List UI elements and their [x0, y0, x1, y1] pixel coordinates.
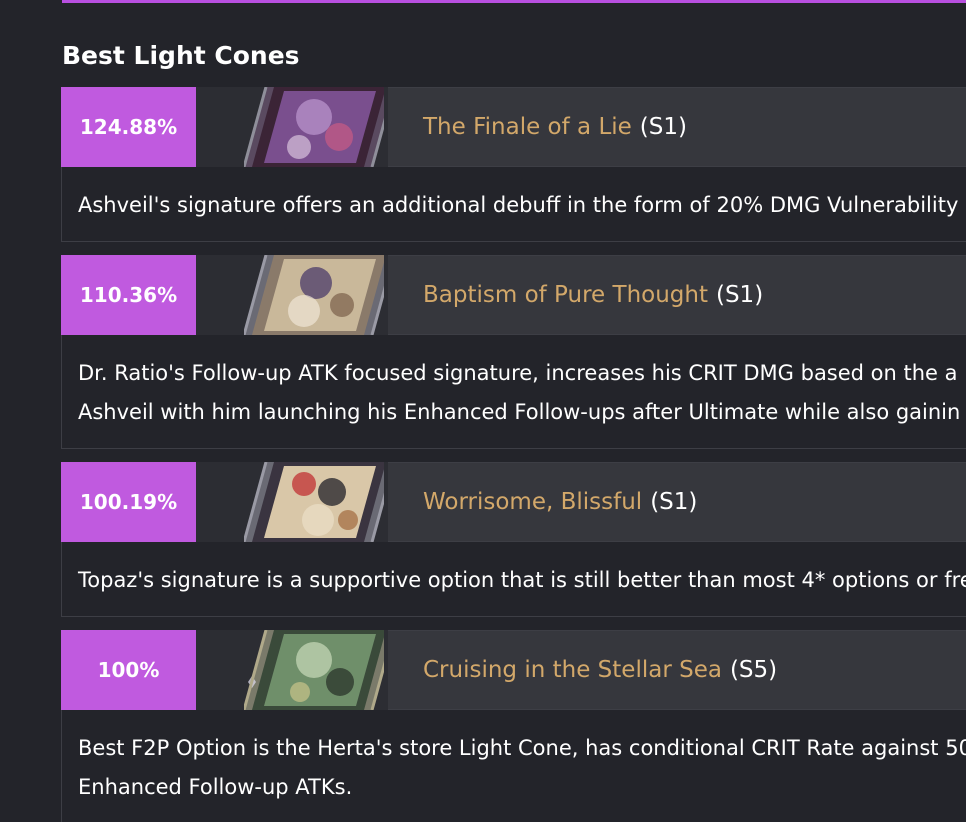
rank-badge: 100%	[61, 629, 196, 710]
light-cone-title[interactable]: Cruising in the Stellar Sea	[423, 657, 722, 683]
light-cone-art-baptism-of-pure-thought-icon	[244, 255, 384, 335]
light-cone-art-frame	[196, 255, 388, 335]
light-cone-card: 100% Cruising in the Stellar Sea (S5) Be…	[61, 629, 966, 822]
top-accent-bar	[62, 0, 966, 3]
light-cone-card: 124.88% The Finale of a Lie (S1) Ashveil…	[61, 86, 966, 242]
rank-badge: 124.88%	[61, 86, 196, 167]
light-cone-art-frame	[196, 87, 388, 167]
light-cone-art-frame	[196, 462, 388, 542]
description-line: Enhanced Follow-up ATKs.	[78, 775, 353, 799]
description-line: Ashveil's signature offers an additional…	[78, 193, 959, 217]
light-cone-art-cruising-in-the-stellar-sea-icon	[244, 630, 384, 710]
light-cone-card: 100.19% Worrisome, Blissful (S1) Topaz's…	[61, 461, 966, 617]
light-cone-list: 124.88% The Finale of a Lie (S1) Ashveil…	[61, 86, 966, 822]
section-title: Best Light Cones	[62, 41, 300, 70]
rank-badge: 100.19%	[61, 461, 196, 542]
light-cone-card: 110.36% Baptism of Pure Thought (S1) Dr.…	[61, 254, 966, 449]
rank-badge: 110.36%	[61, 254, 196, 335]
superimposition-tier: (S5)	[729, 657, 778, 683]
light-cone-title[interactable]: Baptism of Pure Thought	[423, 282, 708, 308]
light-cone-description: Ashveil's signature offers an additional…	[61, 167, 966, 242]
light-cone-art-worrisome-blissful-icon	[244, 462, 384, 542]
light-cone-description: Topaz's signature is a supportive option…	[61, 542, 966, 617]
light-cone-header[interactable]: 100.19% Worrisome, Blissful (S1)	[61, 461, 966, 542]
light-cone-name: Baptism of Pure Thought (S1)	[423, 255, 763, 335]
light-cone-name: Cruising in the Stellar Sea (S5)	[423, 630, 777, 710]
light-cone-art-frame	[196, 630, 388, 710]
light-cone-header[interactable]: 110.36% Baptism of Pure Thought (S1)	[61, 254, 966, 335]
light-cone-art-finale-of-a-lie-icon	[244, 87, 384, 167]
light-cone-title[interactable]: The Finale of a Lie	[423, 114, 632, 140]
light-cone-description: Best F2P Option is the Herta's store Lig…	[61, 710, 966, 822]
light-cone-name: Worrisome, Blissful (S1)	[423, 462, 697, 542]
description-line: Ashveil with him launching his Enhanced …	[78, 400, 961, 424]
superimposition-tier: (S1)	[715, 282, 764, 308]
description-line: Topaz's signature is a supportive option…	[78, 568, 966, 592]
page: Best Light Cones 124.88% The Finale of a…	[0, 0, 966, 822]
light-cone-header[interactable]: 100% Cruising in the Stellar Sea (S5)	[61, 629, 966, 710]
light-cone-name: The Finale of a Lie (S1)	[423, 87, 687, 167]
description-line: Dr. Ratio's Follow-up ATK focused signat…	[78, 361, 958, 385]
superimposition-tier: (S1)	[639, 114, 687, 140]
light-cone-header[interactable]: 124.88% The Finale of a Lie (S1)	[61, 86, 966, 167]
superimposition-tier: (S1)	[650, 489, 698, 515]
light-cone-title[interactable]: Worrisome, Blissful	[423, 489, 642, 515]
description-line: Best F2P Option is the Herta's store Lig…	[78, 736, 966, 760]
light-cone-description: Dr. Ratio's Follow-up ATK focused signat…	[61, 335, 966, 449]
